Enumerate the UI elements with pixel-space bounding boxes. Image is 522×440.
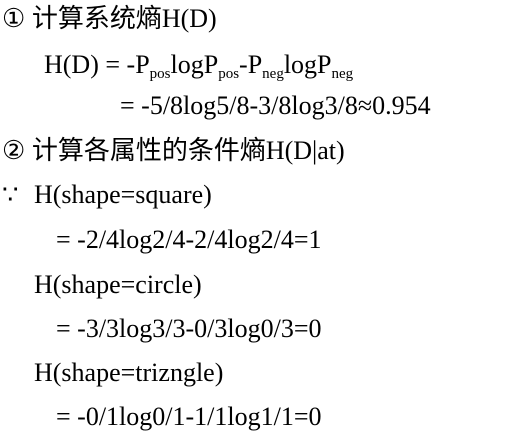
formula-sub-pos-2: pos: [218, 66, 240, 82]
formula-sub-neg-2: neg: [331, 66, 354, 82]
formula-minus: -P: [239, 50, 263, 79]
case-label: H(shape=trizngle): [34, 358, 224, 387]
case-label: H(shape=circle): [34, 270, 202, 299]
entropy-result: = -5/8log5/8-3/8log3/8≈0.954: [120, 91, 431, 120]
step2-title: 计算各属性的条件熵: [31, 136, 266, 166]
formula-log-1: logP: [170, 50, 219, 79]
formula-sub-neg: neg: [262, 66, 284, 82]
step1-expr: H(D): [161, 4, 217, 33]
formula-sub-pos: pos: [149, 66, 171, 82]
formula-log-2: logP: [283, 50, 332, 79]
case-calc: = -2/4log2/4-2/4log2/4=1: [56, 225, 322, 254]
step2-expr: H(D|at): [265, 136, 345, 165]
case-square-label-line: ∵ H(shape=square): [2, 180, 212, 210]
step1-title: 计算系统熵: [31, 4, 162, 34]
case-calc: = -0/1log0/1-1/1log1/1=0: [56, 402, 322, 431]
formula-lhs: H(D) = -P: [44, 50, 150, 79]
step2-heading: ② 计算各属性的条件熵H(D|at): [2, 136, 345, 166]
step2-marker: ②: [2, 136, 26, 165]
case-label: H(shape=square): [34, 180, 212, 209]
step1-marker: ①: [2, 4, 26, 33]
case-calc: = -3/3log3/3-0/3log0/3=0: [56, 314, 322, 343]
because-symbol: ∵: [2, 180, 19, 209]
step1-heading: ① 计算系统熵H(D): [2, 4, 217, 34]
entropy-formula: H(D) = -PposlogPpos-PneglogPneg: [44, 50, 354, 82]
